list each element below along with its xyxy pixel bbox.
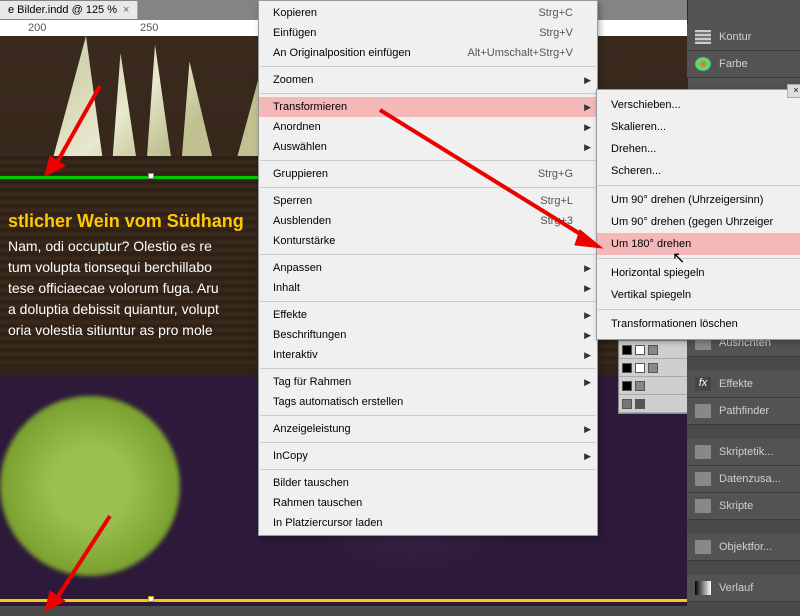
data-icon bbox=[695, 472, 711, 486]
menu-separator bbox=[598, 258, 800, 259]
menu-bilder-tauschen[interactable]: Bilder tauschen bbox=[259, 473, 597, 493]
chevron-right-icon: ▶ bbox=[584, 350, 591, 361]
menu-incopy[interactable]: InCopy▶ bbox=[259, 446, 597, 466]
submenu-90-gegen[interactable]: Um 90° drehen (gegen Uhrzeiger bbox=[597, 211, 800, 233]
stroke-icon bbox=[695, 30, 711, 44]
chevron-right-icon: ▶ bbox=[584, 310, 591, 321]
chevron-right-icon: ▶ bbox=[584, 263, 591, 274]
tab-title: e Bilder.indd @ 125 % bbox=[8, 4, 117, 16]
menu-rahmen-tauschen[interactable]: Rahmen tauschen bbox=[259, 493, 597, 513]
headline-text: stlicher Wein vom Südhang bbox=[8, 211, 244, 232]
menu-einfuegen[interactable]: EinfügenStrg+V bbox=[259, 23, 597, 43]
submenu-verschieben[interactable]: Verschieben... bbox=[597, 94, 800, 116]
submenu-scheren[interactable]: Scheren... bbox=[597, 160, 800, 182]
pathfinder-icon bbox=[695, 404, 711, 418]
submenu-vertikal-spiegeln[interactable]: Vertikal spiegeln bbox=[597, 284, 800, 306]
body-text: Nam, odi occuptur? Olestio es re tum vol… bbox=[8, 236, 268, 341]
menu-separator bbox=[260, 66, 596, 67]
context-menu: KopierenStrg+C EinfügenStrg+V An Origina… bbox=[258, 0, 598, 536]
submenu-drehen[interactable]: Drehen... bbox=[597, 138, 800, 160]
chevron-right-icon: ▶ bbox=[584, 424, 591, 435]
menu-interaktiv[interactable]: Interaktiv▶ bbox=[259, 345, 597, 365]
submenu-transformationen-loeschen[interactable]: Transformationen löschen bbox=[597, 313, 800, 335]
script-icon bbox=[695, 499, 711, 513]
annotation-arrow-icon bbox=[40, 76, 110, 176]
menu-separator bbox=[260, 415, 596, 416]
menu-separator bbox=[260, 442, 596, 443]
swatch-row[interactable] bbox=[619, 359, 687, 377]
chevron-right-icon: ▶ bbox=[584, 330, 591, 341]
panel-datenzusammenfuehrung[interactable]: Datenzusa... bbox=[687, 466, 800, 493]
panel-farbe[interactable]: Farbe bbox=[687, 51, 800, 78]
panel-pathfinder[interactable]: Pathfinder bbox=[687, 398, 800, 425]
menu-anzeigeleistung[interactable]: Anzeigeleistung▶ bbox=[259, 419, 597, 439]
menu-originalposition[interactable]: An Originalposition einfügenAlt+Umschalt… bbox=[259, 43, 597, 63]
annotation-arrow-icon bbox=[370, 100, 610, 260]
panel-gap bbox=[687, 357, 800, 371]
chevron-right-icon: ▶ bbox=[584, 377, 591, 388]
chevron-right-icon: ▶ bbox=[584, 283, 591, 294]
menu-anpassen[interactable]: Anpassen▶ bbox=[259, 258, 597, 278]
chevron-right-icon: ▶ bbox=[584, 451, 591, 462]
submenu-180-drehen[interactable]: Um 180° drehen bbox=[597, 233, 800, 255]
panel-effekte[interactable]: fxEffekte bbox=[687, 371, 800, 398]
transformieren-submenu: × Verschieben... Skalieren... Drehen... … bbox=[596, 89, 800, 340]
selection-handle[interactable] bbox=[148, 173, 154, 179]
menu-zoomen[interactable]: Zoomen▶ bbox=[259, 70, 597, 90]
chevron-right-icon: ▶ bbox=[584, 75, 591, 86]
panel-skripte[interactable]: Skripte bbox=[687, 493, 800, 520]
selection-handle[interactable] bbox=[148, 596, 154, 602]
swatch-row[interactable] bbox=[619, 377, 687, 395]
menu-tag-rahmen[interactable]: Tag für Rahmen▶ bbox=[259, 372, 597, 392]
submenu-horizontal-spiegeln[interactable]: Horizontal spiegeln bbox=[597, 262, 800, 284]
menu-effekte[interactable]: Effekte▶ bbox=[259, 305, 597, 325]
panel-gap bbox=[687, 561, 800, 575]
menu-separator bbox=[598, 309, 800, 310]
panel-objektformate[interactable]: Objektfor... bbox=[687, 534, 800, 561]
swatch-row[interactable] bbox=[619, 341, 687, 359]
swatch-row[interactable] bbox=[619, 395, 687, 413]
menu-separator bbox=[260, 469, 596, 470]
menu-separator bbox=[260, 301, 596, 302]
swatch-mini-panel bbox=[618, 340, 688, 414]
menu-separator bbox=[260, 93, 596, 94]
object-styles-icon bbox=[695, 540, 711, 554]
close-icon[interactable]: × bbox=[787, 84, 800, 98]
gradient-icon bbox=[695, 581, 711, 595]
panel-gap bbox=[687, 520, 800, 534]
panel-gap bbox=[687, 425, 800, 439]
palette-icon bbox=[695, 57, 711, 71]
menu-separator bbox=[260, 368, 596, 369]
document-tab[interactable]: e Bilder.indd @ 125 % × bbox=[0, 1, 138, 19]
panel-kontur[interactable]: Kontur bbox=[687, 24, 800, 51]
fx-icon: fx bbox=[695, 377, 711, 391]
menu-tags-auto[interactable]: Tags automatisch erstellen bbox=[259, 392, 597, 412]
submenu-90-uhrzeiger[interactable]: Um 90° drehen (Uhrzeigersinn) bbox=[597, 189, 800, 211]
menu-beschriftungen[interactable]: Beschriftungen▶ bbox=[259, 325, 597, 345]
panel-skriptetiketten[interactable]: Skriptetik... bbox=[687, 439, 800, 466]
submenu-skalieren[interactable]: Skalieren... bbox=[597, 116, 800, 138]
close-icon[interactable]: × bbox=[123, 4, 129, 16]
panel-verlauf[interactable]: Verlauf bbox=[687, 575, 800, 602]
tag-icon bbox=[695, 445, 711, 459]
menu-kopieren[interactable]: KopierenStrg+C bbox=[259, 3, 597, 23]
menu-separator bbox=[598, 185, 800, 186]
menu-inhalt[interactable]: Inhalt▶ bbox=[259, 278, 597, 298]
menu-platziercursor[interactable]: In Platziercursor laden bbox=[259, 513, 597, 533]
